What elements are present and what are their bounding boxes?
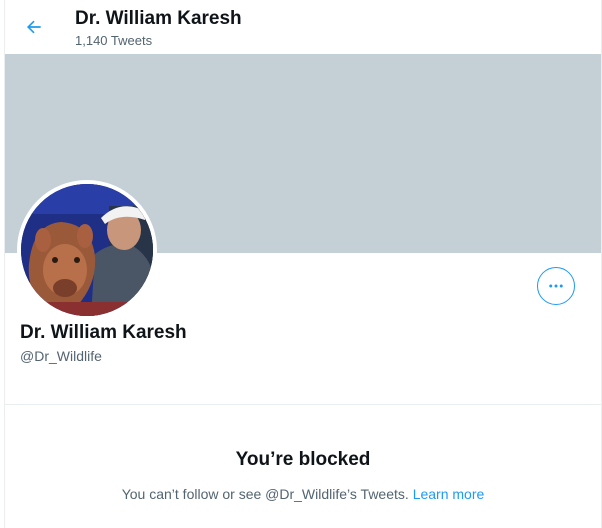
blocked-message: You can’t follow or see @Dr_Wildlife’s T…	[5, 486, 601, 502]
divider	[5, 404, 601, 405]
top-bar: Dr. William Karesh 1,140 Tweets	[5, 0, 601, 54]
tweet-count: 1,140 Tweets	[75, 33, 153, 48]
profile-handle: @Dr_Wildlife	[20, 348, 102, 364]
avatar-photo	[21, 184, 153, 316]
more-button[interactable]	[537, 267, 575, 305]
blocked-message-text: You can’t follow or see @Dr_Wildlife’s T…	[121, 486, 409, 502]
header-title: Dr. William Karesh	[75, 8, 242, 29]
avatar[interactable]	[17, 180, 157, 320]
learn-more-link[interactable]: Learn more	[413, 486, 485, 502]
back-button[interactable]	[19, 12, 49, 42]
more-horizontal-icon	[549, 284, 563, 288]
blocked-title: You’re blocked	[235, 449, 371, 470]
profile-page: Dr. William Karesh 1,140 Tweets Dr. Will…	[4, 0, 602, 528]
profile-name: Dr. William Karesh	[20, 322, 187, 343]
arrow-left-icon	[27, 20, 41, 34]
